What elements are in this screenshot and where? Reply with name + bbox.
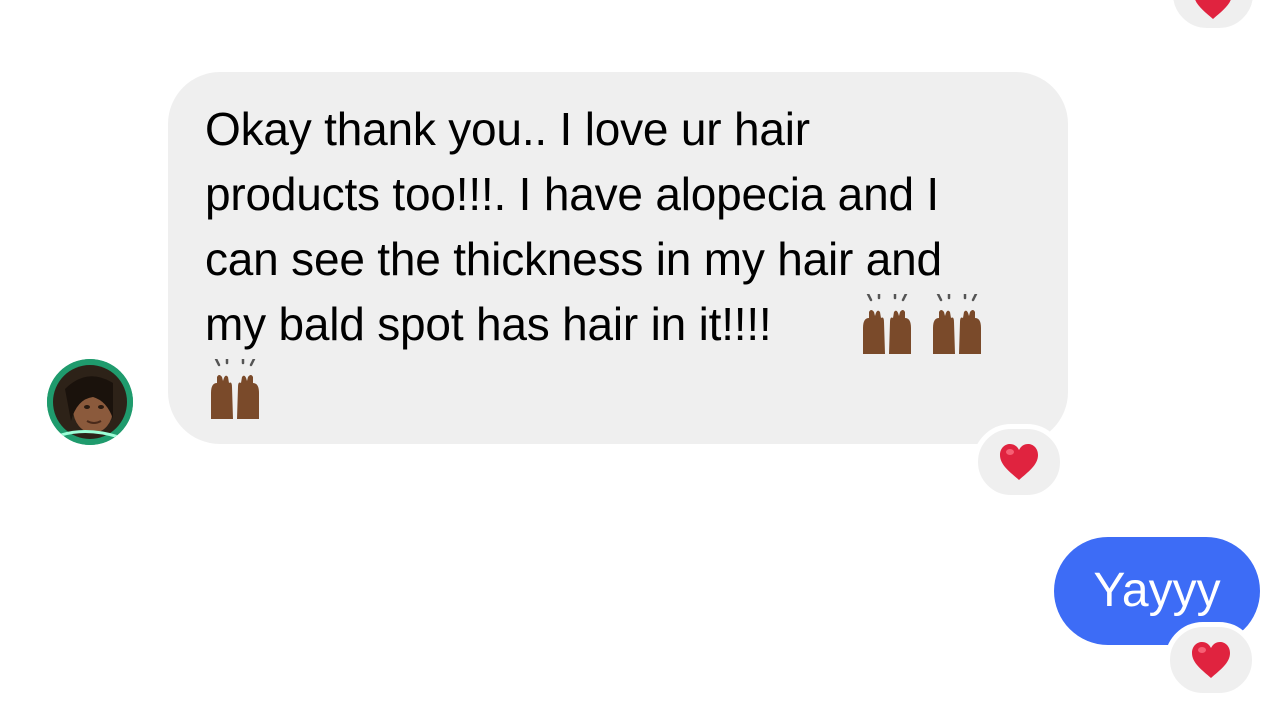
heart-icon — [998, 442, 1040, 482]
outgoing-message-reaction[interactable] — [1165, 622, 1257, 698]
chat-thread: Okay thank you.. I love ur hair products… — [0, 0, 1284, 701]
incoming-message-reaction[interactable] — [973, 424, 1065, 500]
raising-hands-icon — [205, 359, 265, 423]
emoji-row — [857, 294, 987, 358]
heart-icon — [1192, 0, 1234, 21]
emoji-row-2 — [205, 359, 265, 423]
top-message-reaction[interactable] — [1168, 0, 1258, 33]
heart-icon — [1190, 640, 1232, 680]
raising-hands-icon — [927, 294, 987, 358]
raising-hands-icon — [857, 294, 917, 358]
contact-avatar-icon[interactable] — [47, 359, 133, 445]
